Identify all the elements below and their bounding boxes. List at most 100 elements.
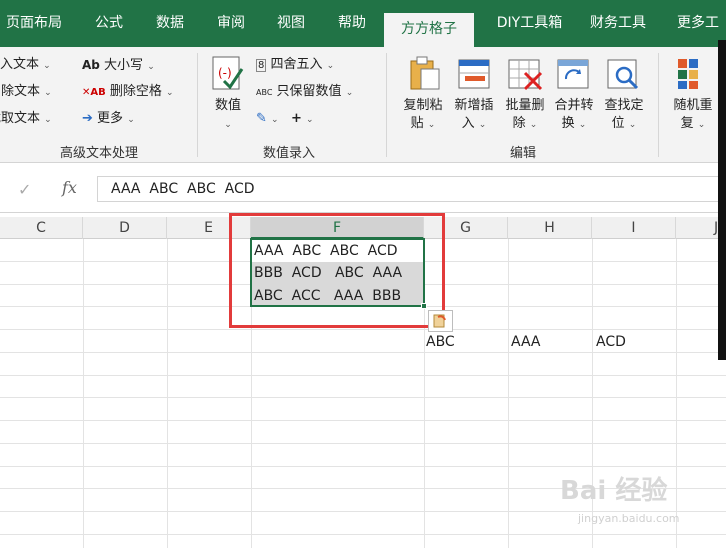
more-label: 更多: [97, 111, 124, 126]
merge-convert-button[interactable]: 合并转换 ⌄: [549, 97, 599, 134]
cell-h5[interactable]: AAA: [511, 331, 541, 353]
group-separator: [386, 53, 387, 157]
merge-convert-icon: [556, 57, 590, 95]
edit-value-button[interactable]: ✎ ⌄ + ⌄: [256, 111, 314, 128]
gridline: [0, 420, 726, 421]
plus-icon: +: [291, 111, 302, 126]
chevron-down-icon: ⌄: [326, 61, 335, 71]
chevron-down-icon: ⌄: [427, 120, 436, 130]
gridline: [83, 239, 84, 548]
chevron-down-icon: ⌄: [44, 88, 52, 98]
batch-delete-label-2: 除: [512, 116, 526, 131]
tab-formulas[interactable]: 公式: [84, 0, 134, 47]
round-label: 四舍五入: [270, 57, 323, 72]
paste-options-button[interactable]: [428, 310, 453, 332]
merge-convert-label-2: 换: [561, 116, 575, 131]
chevron-down-icon: ⌄: [166, 88, 174, 98]
cell-g5[interactable]: ABC: [426, 331, 455, 353]
copy-paste-label-2: 贴: [410, 116, 424, 131]
copy-paste-label: 复制粘: [403, 98, 443, 113]
gridline: [167, 239, 168, 548]
value-button[interactable]: 数值 ⌄: [206, 97, 250, 134]
gridline: [0, 443, 726, 444]
chevron-down-icon: ⌄: [345, 88, 354, 98]
value-label: 数值: [214, 98, 241, 113]
group-separator: [197, 53, 198, 157]
remove-spaces-icon: ✕AB: [82, 87, 106, 98]
chevron-down-icon: ⌄: [43, 61, 51, 71]
baidu-watermark-url: jingyan.baidu.com: [578, 512, 680, 525]
column-header-i[interactable]: I: [592, 217, 676, 239]
group-label-edit: 编辑: [509, 146, 536, 161]
cell-i5[interactable]: ACD: [596, 331, 626, 353]
insert-table-icon: [457, 57, 491, 95]
case-button[interactable]: Ab 大小写 ⌄: [82, 57, 155, 75]
tab-finance-tools[interactable]: 财务工具: [584, 0, 652, 47]
fx-icon[interactable]: fx: [62, 178, 77, 197]
more-button[interactable]: ➔ 更多 ⌄: [82, 111, 135, 128]
gridline: [676, 239, 677, 548]
find-locate-button[interactable]: 查找定位 ⌄: [599, 97, 649, 134]
tab-help[interactable]: 帮助: [326, 0, 378, 47]
chevron-down-icon: ⌄: [271, 115, 279, 125]
tab-data[interactable]: 数据: [145, 0, 195, 47]
column-header-h[interactable]: H: [508, 217, 592, 239]
batch-delete-label: 批量删: [505, 98, 545, 113]
ribbon-tab-bar: 页面布局 公式 数据 审阅 视图 帮助 方方格子 DIY工具箱 财务工具 更多工: [0, 0, 726, 47]
batch-delete-icon: [507, 57, 543, 95]
gridline: [0, 329, 726, 330]
column-header-d[interactable]: D: [83, 217, 167, 239]
tab-page-layout[interactable]: 页面布局: [0, 0, 68, 47]
tab-review[interactable]: 审阅: [206, 0, 256, 47]
insert-text-button[interactable]: 入文本 ⌄: [0, 57, 51, 74]
edit-icon: ✎: [256, 111, 267, 126]
gridline: [0, 466, 726, 467]
chevron-down-icon: ⌄: [127, 115, 135, 125]
column-header-c[interactable]: C: [0, 217, 83, 239]
value-icon: (-): [210, 55, 244, 95]
batch-delete-button[interactable]: 批量删除 ⌄: [500, 97, 550, 134]
new-insert-label-2: 入: [461, 116, 475, 131]
tab-diy-toolbox[interactable]: DIY工具箱: [482, 0, 577, 47]
random-repeat-label: 随机重: [673, 98, 713, 113]
chevron-down-icon: ⌄: [697, 120, 706, 130]
find-locate-label: 查找定: [604, 98, 644, 113]
remove-spaces-button[interactable]: ✕AB 删除空格 ⌄: [82, 84, 174, 101]
round-icon: 8: [256, 59, 267, 72]
extract-text-label: 截取文本: [0, 111, 41, 126]
highlight-annotation-box: [229, 213, 445, 328]
extract-text-button[interactable]: 截取文本 ⌄: [0, 111, 52, 128]
delete-text-button[interactable]: 删除文本 ⌄: [0, 84, 52, 101]
checkmark-icon[interactable]: ✓: [18, 180, 31, 199]
chevron-down-icon: ⌄: [529, 120, 538, 130]
copy-paste-button[interactable]: 复制粘贴 ⌄: [398, 97, 448, 134]
clipboard-icon: [407, 55, 441, 95]
remove-spaces-label: 删除空格: [109, 84, 162, 99]
baidu-watermark: Bai 经验: [560, 476, 668, 506]
case-label: 大小写: [104, 58, 144, 73]
keep-values-button[interactable]: ABC 只保留数值 ⌄: [256, 84, 353, 101]
svg-text:(-): (-): [218, 66, 232, 80]
gridline: [0, 375, 726, 376]
paste-options-icon: [433, 314, 446, 328]
new-insert-label: 新增插: [454, 98, 494, 113]
merge-convert-label: 合并转: [554, 98, 594, 113]
random-repeat-label-2: 复: [680, 116, 694, 131]
tab-view[interactable]: 视图: [266, 0, 316, 47]
round-button[interactable]: 8 四舍五入 ⌄: [256, 57, 334, 74]
gridline: [0, 534, 726, 535]
gridline: [0, 397, 726, 398]
gridline: [508, 239, 509, 548]
chevron-down-icon: ⌄: [578, 120, 587, 130]
ribbon: 入文本 ⌄ 删除文本 ⌄ 截取文本 ⌄ Ab 大小写 ⌄ ✕AB 删除空格 ⌄ …: [0, 47, 726, 163]
chevron-down-icon: ⌄: [224, 120, 232, 130]
group-label-text-processing: 高级文本处理: [59, 146, 138, 161]
tab-fangfanggezi[interactable]: 方方格子: [384, 13, 474, 47]
delete-text-label: 删除文本: [0, 84, 41, 99]
chevron-down-icon: ⌄: [44, 115, 52, 125]
random-repeat-button[interactable]: 随机重复 ⌄: [668, 97, 718, 134]
insert-text-label: 入文本: [0, 57, 40, 72]
find-locate-label-2: 位: [611, 116, 625, 131]
chevron-down-icon: ⌄: [478, 120, 487, 130]
new-insert-button[interactable]: 新增插入 ⌄: [448, 97, 500, 134]
